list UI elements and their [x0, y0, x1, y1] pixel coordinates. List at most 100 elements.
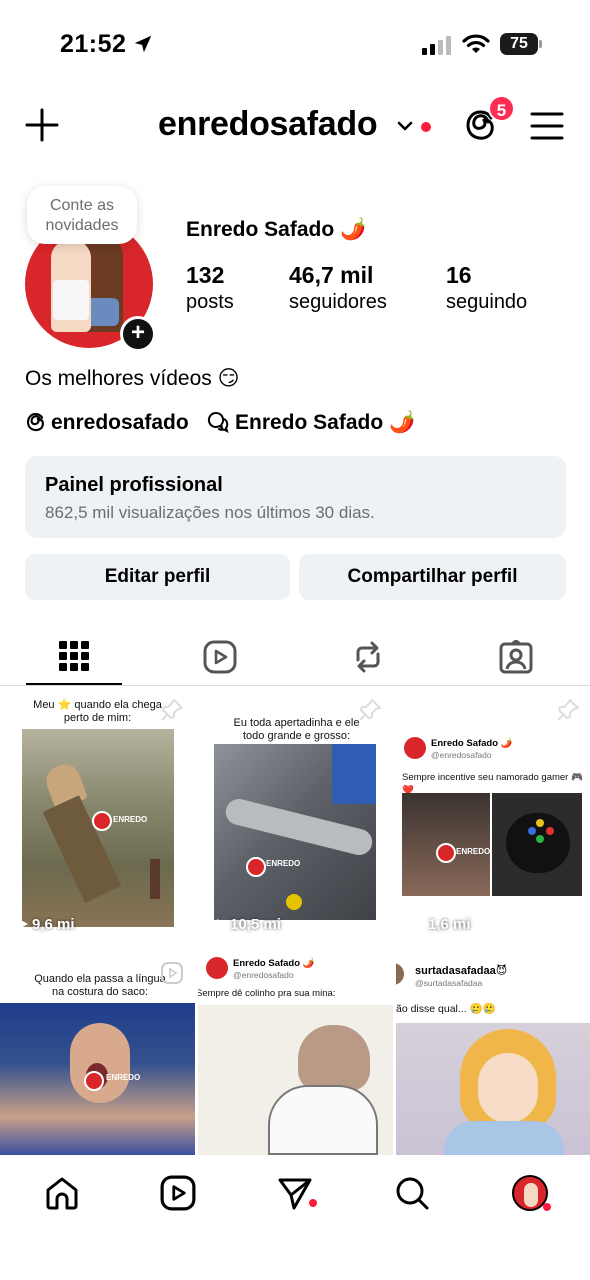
- pin-icon[interactable]: [555, 697, 581, 723]
- grid-post[interactable]: Eu toda apertadinha e ele todo grande e …: [198, 687, 393, 949]
- post-caption: ão disse qual... 🥲🥲: [396, 1003, 496, 1015]
- grid-post[interactable]: surtadasafadaa😈 @surtadasafadaa ão disse…: [396, 953, 590, 1155]
- status-bar: 21:52 75: [0, 0, 590, 90]
- stat-posts[interactable]: 132 posts: [186, 262, 234, 314]
- channel-link[interactable]: Enredo Safado 🌶️: [207, 411, 415, 435]
- view-count: 9,6 mi: [16, 916, 75, 933]
- stat-label: seguindo: [446, 291, 528, 313]
- view-count: 1,6 mi: [412, 916, 471, 933]
- stat-following[interactable]: 16 seguindo: [446, 262, 527, 314]
- stat-label: seguidores: [289, 291, 387, 313]
- posts-grid: Meu ⭐ quando ela chega perto de mim: ENR…: [0, 687, 590, 1155]
- stat-value: 16: [446, 262, 472, 288]
- account-username[interactable]: enredosafado: [158, 105, 378, 144]
- watermark-logo: [436, 843, 456, 863]
- threads-link-label: enredosafado: [51, 411, 189, 434]
- threads-icon: [26, 412, 44, 432]
- channel-link-label: Enredo Safado 🌶️: [235, 411, 416, 434]
- nav-home[interactable]: [42, 1173, 82, 1213]
- note-bubble[interactable]: Conte as novidades: [27, 186, 137, 244]
- watermark-logo: [246, 857, 266, 877]
- stat-value: 46,7 mil: [289, 262, 374, 288]
- view-count: 10,5 mi: [214, 916, 281, 933]
- battery-level: 75: [500, 33, 538, 55]
- create-plus-icon[interactable]: [24, 107, 60, 143]
- tweet-handle: @enredosafado: [233, 970, 294, 980]
- grid-post[interactable]: Quando ela passa a língua na costura do …: [0, 953, 195, 1155]
- post-thumbnail: [198, 1005, 393, 1155]
- home-icon: [46, 1177, 78, 1210]
- profile-bio: Os melhores vídeos 😏: [25, 367, 240, 390]
- bottom-navigation: [0, 1155, 590, 1280]
- post-thumbnail: [214, 744, 376, 920]
- tweet-avatar: [404, 737, 426, 759]
- location-arrow-icon: [134, 35, 152, 53]
- messages-alert-dot: [309, 1199, 317, 1207]
- profile-alert-dot: [543, 1203, 551, 1211]
- tab-grid[interactable]: [26, 628, 122, 685]
- post-thumbnail-controller: [492, 793, 582, 896]
- broadcast-channel-icon: [207, 411, 229, 433]
- reels-icon: [203, 640, 237, 673]
- notification-badge: 5: [488, 95, 515, 122]
- tab-tagged[interactable]: [468, 628, 564, 685]
- direct-message-icon: [278, 1178, 312, 1210]
- professional-dashboard[interactable]: Painel profissional 862,5 mil visualizaç…: [25, 456, 566, 538]
- post-caption: Meu ⭐ quando ela chega perto de mim:: [33, 699, 162, 724]
- nav-messages[interactable]: [275, 1173, 315, 1213]
- profile-full-name: Enredo Safado 🌶️: [186, 218, 367, 241]
- watermark-text: ENREDO: [266, 859, 301, 868]
- search-icon: [396, 1177, 429, 1210]
- post-thumbnail: [396, 1023, 590, 1155]
- grid-post[interactable]: Enredo Safado 🌶️ @enredosafado Sempre dê…: [198, 953, 393, 1155]
- watermark-logo: [84, 1071, 104, 1091]
- post-caption: Quando ela passa a língua na costura do …: [34, 973, 166, 998]
- tweet-avatar: [396, 963, 404, 985]
- tweet-author: surtadasafadaa😈: [415, 965, 508, 977]
- watermark-text: ENREDO: [456, 847, 491, 856]
- tweet-author: Enredo Safado 🌶️: [233, 958, 315, 969]
- hamburger-menu-icon[interactable]: [530, 111, 564, 141]
- play-count-icon: [19, 919, 28, 929]
- share-profile-button[interactable]: Compartilhar perfil: [299, 554, 566, 600]
- status-time: 21:52: [60, 30, 127, 58]
- battery-icon: 75: [500, 33, 542, 55]
- watermark-text: ENREDO: [113, 815, 148, 824]
- pin-icon[interactable]: [357, 697, 383, 723]
- edit-profile-button[interactable]: Editar perfil: [25, 554, 290, 600]
- post-caption: Eu toda apertadinha e ele todo grande e …: [233, 717, 360, 742]
- nav-reels[interactable]: [158, 1173, 198, 1213]
- tweet-handle: @enredosafado: [431, 750, 492, 760]
- reel-play-icon: [161, 962, 183, 984]
- cellular-signal-icon: [422, 36, 451, 55]
- dashboard-subtitle: 862,5 mil visualizações nos últimos 30 d…: [45, 503, 375, 522]
- threads-profile-link[interactable]: enredosafado: [25, 411, 189, 435]
- watermark-text: ENREDO: [106, 1073, 141, 1082]
- play-count-icon: [415, 919, 424, 929]
- reels-icon: [160, 1175, 196, 1211]
- stat-value: 132: [186, 262, 225, 288]
- account-alert-dot: [421, 122, 431, 132]
- dashboard-title: Painel profissional: [45, 474, 223, 496]
- wifi-icon: [462, 34, 490, 53]
- tab-reposts[interactable]: [320, 628, 416, 685]
- tweet-handle: @surtadasafadaa: [415, 978, 483, 988]
- stat-label: posts: [186, 291, 234, 313]
- grid-icon: [59, 640, 89, 671]
- stat-followers[interactable]: 46,7 mil seguidores: [289, 262, 387, 314]
- chevron-down-icon[interactable]: [396, 119, 414, 133]
- add-story-plus-icon[interactable]: +: [120, 316, 156, 352]
- tab-reels[interactable]: [172, 628, 268, 685]
- content-tabs: [0, 628, 590, 686]
- watermark-logo: [92, 811, 112, 831]
- grid-post[interactable]: Meu ⭐ quando ela chega perto de mim: ENR…: [0, 687, 195, 949]
- pin-icon[interactable]: [159, 697, 185, 723]
- post-caption: Sempre dê colinho pra sua mina:: [198, 988, 336, 999]
- nav-search[interactable]: [392, 1173, 432, 1213]
- tagged-person-icon: [499, 639, 533, 673]
- profile-header: enredosafado 5: [0, 95, 590, 159]
- tweet-avatar: [206, 957, 228, 979]
- tweet-author: Enredo Safado 🌶️: [431, 738, 513, 749]
- reposts-icon: [356, 641, 380, 672]
- grid-post[interactable]: Enredo Safado 🌶️ @enredosafado Sempre in…: [396, 687, 590, 949]
